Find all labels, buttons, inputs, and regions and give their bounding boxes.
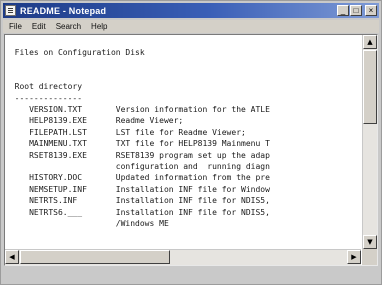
editor-client-area: Files on Configuration Disk Root directo…	[4, 34, 378, 266]
text-line: RSET8139.EXE RSET8139 program set up the…	[5, 150, 270, 160]
maximize-button[interactable]: □	[350, 5, 362, 16]
size-grip[interactable]	[362, 249, 377, 265]
text-editor-area[interactable]: Files on Configuration Disk Root directo…	[5, 35, 361, 249]
menu-search[interactable]: Search	[56, 22, 81, 31]
window-title: README - Notepad	[20, 5, 107, 16]
text-line: FILEPATH.LST LST file for Readme Viewer;	[5, 127, 246, 137]
text-line: --------------	[5, 93, 83, 103]
text-line: NETRTS.INF Installation INF file for NDI…	[5, 196, 270, 206]
scroll-left-button[interactable]: ◀	[5, 250, 19, 264]
text-line: HELP8139.EXE Readme Viewer;	[5, 116, 184, 126]
minimize-button[interactable]: _	[337, 5, 349, 16]
notepad-window: README - Notepad _ □ × File Edit Search …	[0, 0, 382, 285]
scroll-down-button[interactable]: ▼	[363, 235, 377, 249]
menu-edit[interactable]: Edit	[32, 22, 46, 31]
title-bar[interactable]: README - Notepad _ □ ×	[3, 3, 379, 18]
window-controls: _ □ ×	[337, 5, 377, 16]
text-line: /Windows ME	[5, 219, 169, 228]
vertical-scrollbar[interactable]: ▲ ▼	[362, 35, 377, 249]
close-button[interactable]: ×	[365, 5, 377, 16]
text-line: configuration and running diagn	[5, 162, 270, 171]
text-line: MAINMENU.TXT TXT file for HELP8139 Mainm…	[5, 139, 270, 149]
text-line: NEMSETUP.INF Installation INF file for W…	[5, 184, 270, 194]
menu-bar: File Edit Search Help	[3, 20, 379, 33]
horizontal-scrollbar[interactable]: ◀ ▶	[5, 249, 361, 265]
menu-help[interactable]: Help	[91, 22, 107, 31]
notepad-app-icon[interactable]	[5, 5, 16, 16]
text-line: VERSION.TXT Version information for the …	[5, 105, 270, 114]
text-line: Root directory	[5, 82, 83, 92]
text-line: NETRTS6.___ Installation INF file for ND…	[5, 207, 270, 217]
menu-file[interactable]: File	[9, 22, 22, 31]
horizontal-scroll-thumb[interactable]	[20, 250, 170, 264]
scroll-right-button[interactable]: ▶	[347, 250, 361, 264]
text-line: Files on Configuration Disk	[5, 48, 145, 57]
text-line: HISTORY.DOC Updated information from the…	[5, 173, 270, 183]
vertical-scroll-thumb[interactable]	[363, 50, 377, 124]
scroll-up-button[interactable]: ▲	[363, 35, 377, 49]
